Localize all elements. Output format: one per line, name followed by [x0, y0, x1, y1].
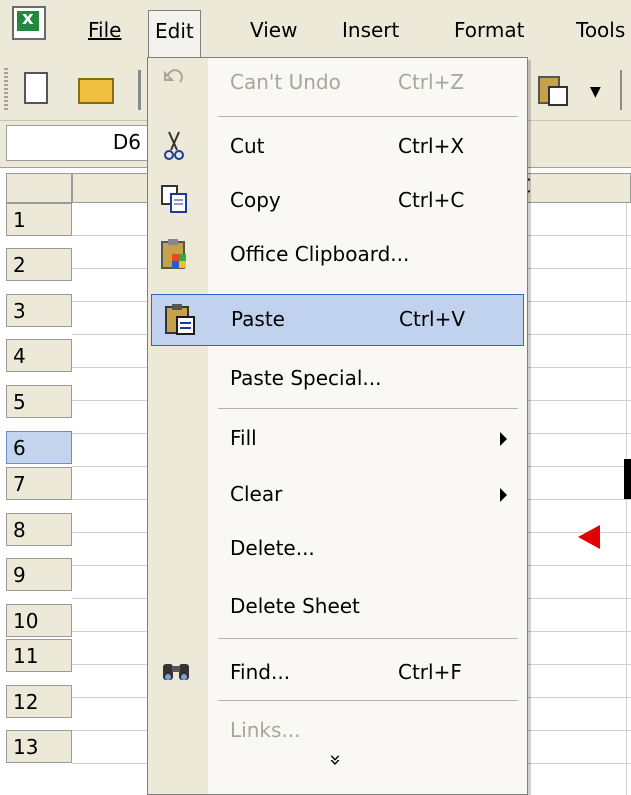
menu-item-paste[interactable]: Paste Ctrl+V	[151, 294, 524, 346]
menu-item-cut[interactable]: Cut Ctrl+X	[148, 122, 527, 174]
paper-shape	[548, 86, 568, 106]
menu-separator	[218, 408, 518, 409]
menu-item-fill[interactable]: Fill	[148, 414, 527, 466]
row-header[interactable]: 12	[6, 685, 72, 718]
menu-separator	[218, 116, 518, 117]
row-header[interactable]: 13	[6, 730, 72, 763]
menu-item-links[interactable]: Links...	[148, 706, 527, 758]
copy-icon	[160, 184, 192, 216]
paste-toolbar-icon[interactable]	[538, 72, 570, 106]
paste-dropdown-arrow-icon[interactable]: ▼	[590, 84, 601, 100]
new-document-icon[interactable]	[24, 72, 48, 104]
open-folder-icon[interactable]	[78, 78, 114, 104]
expand-menu-chevron-icon[interactable]: »	[324, 754, 348, 766]
row-header[interactable]: 9	[6, 558, 72, 591]
submenu-arrow-icon	[500, 432, 507, 446]
menu-insert[interactable]: Insert	[342, 18, 399, 42]
submenu-arrow-icon	[500, 488, 507, 502]
paste-icon	[164, 303, 196, 335]
scissors-icon	[160, 130, 192, 162]
menu-item-undo[interactable]: Can't Undo Ctrl+Z	[148, 58, 527, 110]
binoculars-icon	[160, 656, 192, 688]
menu-file[interactable]: File	[88, 18, 121, 42]
red-pointer-arrow-icon	[578, 525, 600, 549]
row-header[interactable]: 2	[6, 248, 72, 281]
row-header[interactable]: 4	[6, 339, 72, 372]
row-header[interactable]: 7	[6, 467, 72, 500]
row-header[interactable]: 3	[6, 294, 72, 327]
excel-app-icon[interactable]	[12, 6, 46, 40]
row-header-selected[interactable]: 6	[6, 431, 72, 464]
menu-edit[interactable]: Edit	[148, 10, 201, 58]
menu-separator	[218, 638, 518, 639]
row-header[interactable]: 8	[6, 513, 72, 546]
undo-icon	[160, 66, 192, 98]
menu-view[interactable]: View	[250, 18, 297, 42]
row-header[interactable]: 11	[6, 639, 72, 672]
menu-item-clear[interactable]: Clear	[148, 470, 527, 522]
menu-bar: File Edit View Insert Format Tools	[0, 0, 631, 59]
menu-format[interactable]: Format	[454, 18, 524, 42]
row-header[interactable]: 1	[6, 203, 72, 236]
select-all-corner[interactable]	[6, 173, 72, 203]
name-box[interactable]: D6	[6, 125, 148, 161]
menu-separator	[218, 700, 518, 701]
menu-item-delete-sheet[interactable]: Delete Sheet	[148, 582, 527, 634]
menu-item-office-clipboard[interactable]: Office Clipboard...	[148, 230, 527, 282]
menu-item-delete[interactable]: Delete...	[148, 524, 527, 576]
active-cell-border	[624, 459, 631, 499]
menu-item-copy[interactable]: Copy Ctrl+C	[148, 176, 527, 228]
menu-item-paste-special[interactable]: Paste Special...	[148, 354, 527, 406]
toolbar-separator	[620, 70, 622, 110]
column-gridline	[626, 203, 627, 795]
toolbar-grip[interactable]	[4, 68, 8, 112]
edit-menu-dropdown: Can't Undo Ctrl+Z Cut Ctrl+X Copy Ctrl+C…	[147, 57, 528, 795]
office-clipboard-icon	[160, 238, 192, 270]
row-header[interactable]: 5	[6, 385, 72, 418]
row-header[interactable]: 10	[6, 604, 72, 637]
toolbar-separator	[138, 70, 141, 110]
menu-tools[interactable]: Tools	[576, 18, 625, 42]
menu-item-find[interactable]: Find... Ctrl+F	[148, 648, 527, 700]
